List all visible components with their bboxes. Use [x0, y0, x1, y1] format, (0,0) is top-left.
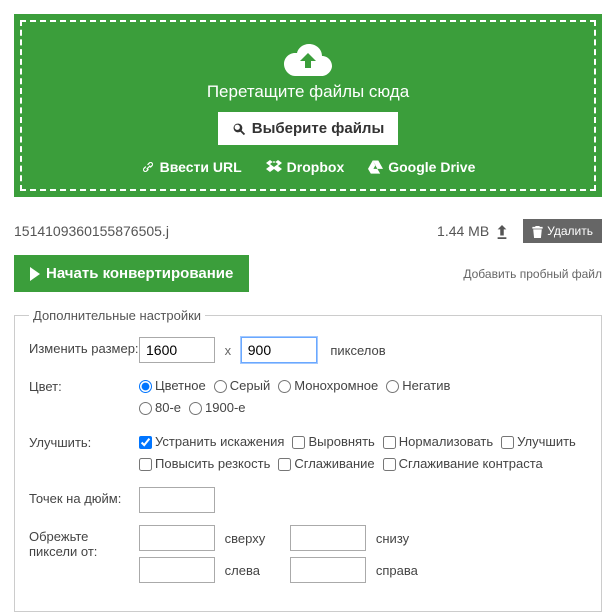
dropzone-title: Перетащите файлы сюда: [32, 82, 584, 102]
color-option[interactable]: Цветное: [139, 375, 206, 397]
width-input[interactable]: [139, 337, 215, 363]
enhance-checkbox[interactable]: [383, 458, 396, 471]
enhance-checkbox[interactable]: [383, 436, 396, 449]
enhance-row: Улучшить: Устранить искажения Выровнять …: [29, 431, 587, 475]
crop-bottom-label: снизу: [376, 531, 432, 546]
select-files-label: Выберите файлы: [252, 120, 385, 137]
enhance-option[interactable]: Сглаживание: [278, 453, 374, 475]
enhance-checkbox[interactable]: [278, 458, 291, 471]
convert-label: Начать конвертирование: [46, 265, 233, 282]
action-row: Начать конвертирование Добавить пробный …: [0, 251, 616, 302]
color-radio[interactable]: [386, 380, 399, 393]
color-option[interactable]: Серый: [214, 375, 270, 397]
delete-label: Удалить: [547, 224, 593, 238]
start-convert-button[interactable]: Начать конвертирование: [14, 255, 249, 292]
height-input[interactable]: [241, 337, 317, 363]
enhance-checkbox[interactable]: [292, 436, 305, 449]
color-option[interactable]: Монохромное: [278, 375, 378, 397]
trash-icon: [532, 224, 543, 238]
dropzone[interactable]: Перетащите файлы сюда Выберите файлы Вве…: [14, 14, 602, 197]
dpi-row: Точек на дюйм:: [29, 487, 587, 513]
dpi-label: Точек на дюйм:: [29, 487, 139, 506]
delete-button[interactable]: Удалить: [523, 219, 602, 243]
x-separator: x: [225, 343, 232, 358]
color-option[interactable]: 80-е: [139, 397, 181, 419]
dropbox-icon: [266, 160, 282, 174]
color-label: Цвет:: [29, 375, 139, 394]
dropbox-link[interactable]: Dropbox: [266, 159, 345, 175]
settings-legend: Дополнительные настройки: [29, 308, 205, 323]
add-test-file-link[interactable]: Добавить пробный файл: [463, 267, 602, 281]
file-size: 1.44 MB: [437, 223, 489, 239]
crop-bottom-input[interactable]: [290, 525, 366, 551]
upload-icon: [495, 223, 509, 239]
color-options: Цветное Серый Монохромное Негатив 80-е 1…: [139, 375, 587, 419]
color-option[interactable]: Негатив: [386, 375, 450, 397]
crop-top-label: сверху: [225, 531, 281, 546]
enhance-checkbox[interactable]: [139, 458, 152, 471]
color-radio[interactable]: [189, 402, 202, 415]
color-row: Цвет: Цветное Серый Монохромное Негатив …: [29, 375, 587, 419]
select-files-button[interactable]: Выберите файлы: [218, 112, 399, 145]
enhance-checkbox[interactable]: [501, 436, 514, 449]
crop-left-label: слева: [225, 563, 281, 578]
enhance-option[interactable]: Нормализовать: [383, 431, 493, 453]
cloud-upload-icon: [32, 42, 584, 76]
resize-unit: пикселов: [330, 343, 385, 358]
resize-label: Изменить размер:: [29, 337, 139, 356]
color-radio[interactable]: [139, 402, 152, 415]
color-radio[interactable]: [139, 380, 152, 393]
advanced-settings: Дополнительные настройки Изменить размер…: [14, 308, 602, 612]
enhance-option[interactable]: Сглаживание контраста: [383, 453, 543, 475]
crop-row: Обрежьте пиксели от: сверху снизу слева …: [29, 525, 587, 589]
enter-url-link[interactable]: Ввести URL: [141, 159, 242, 175]
color-radio[interactable]: [214, 380, 227, 393]
file-row: 1514109360155876505.j 1.44 MB Удалить: [0, 211, 616, 251]
file-name: 1514109360155876505.j: [14, 223, 437, 239]
crop-left-input[interactable]: [139, 557, 215, 583]
link-icon: [141, 160, 155, 174]
enhance-label: Улучшить:: [29, 431, 139, 450]
enhance-option[interactable]: Улучшить: [501, 431, 576, 453]
dropzone-links: Ввести URL Dropbox Google Drive: [32, 159, 584, 175]
crop-right-label: справа: [376, 563, 432, 578]
resize-row: Изменить размер: x пикселов: [29, 337, 587, 363]
dropzone-inner: Перетащите файлы сюда Выберите файлы Вве…: [20, 20, 596, 191]
enhance-checkbox[interactable]: [139, 436, 152, 449]
enhance-option[interactable]: Устранить искажения: [139, 431, 284, 453]
enter-url-label: Ввести URL: [160, 159, 242, 175]
color-radio[interactable]: [278, 380, 291, 393]
crop-top-input[interactable]: [139, 525, 215, 551]
color-option[interactable]: 1900-е: [189, 397, 245, 419]
search-icon: [232, 120, 246, 137]
dropbox-label: Dropbox: [287, 159, 345, 175]
enhance-option[interactable]: Повысить резкость: [139, 453, 270, 475]
enhance-option[interactable]: Выровнять: [292, 431, 374, 453]
chevron-right-icon: [30, 265, 40, 282]
gdrive-label: Google Drive: [388, 159, 475, 175]
enhance-options: Устранить искажения Выровнять Нормализов…: [139, 431, 587, 475]
crop-label: Обрежьте пиксели от:: [29, 525, 139, 559]
gdrive-icon: [368, 160, 383, 174]
dpi-input[interactable]: [139, 487, 215, 513]
crop-right-input[interactable]: [290, 557, 366, 583]
gdrive-link[interactable]: Google Drive: [368, 159, 475, 175]
